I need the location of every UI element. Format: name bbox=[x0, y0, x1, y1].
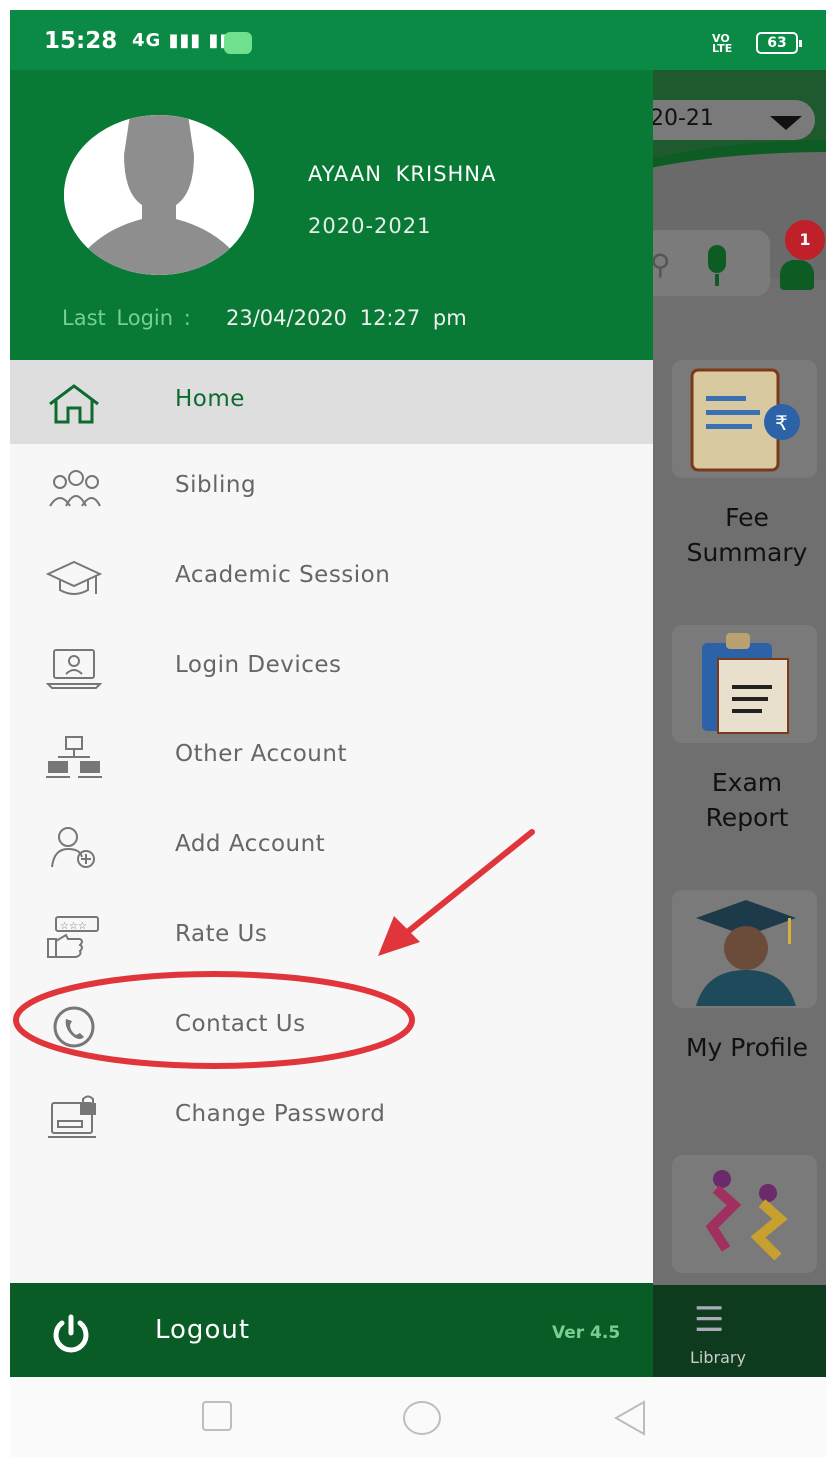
battery-level: 63 bbox=[767, 35, 787, 51]
status-bar: 15:28 4G ▮▮▮ ▮▮▮ VO LTE 63 bbox=[10, 10, 826, 70]
menu-item-sibling[interactable]: Sibling bbox=[10, 444, 653, 534]
menu-item-academic-session[interactable]: Academic Session bbox=[10, 534, 653, 624]
drawer-header: AYAAN KRISHNA 2020-2021 Last Login : 23/… bbox=[10, 70, 653, 360]
network-computers-icon bbox=[46, 736, 102, 779]
bell-icon bbox=[780, 260, 814, 290]
library-tab-label: Library bbox=[690, 1348, 746, 1367]
search-icon: ⚲ bbox=[650, 248, 671, 281]
graduation-cap-icon bbox=[46, 560, 102, 595]
menu-item-other-account[interactable]: Other Account bbox=[10, 713, 653, 803]
clipboard-report-icon bbox=[702, 633, 789, 734]
status-time: 15:28 bbox=[44, 28, 118, 54]
drawer-menu: Home Sibling Academic Session Login Devi… bbox=[10, 360, 653, 1162]
battery-icon: 63 bbox=[756, 32, 802, 54]
svg-text:₹: ₹ bbox=[775, 411, 788, 435]
exam-report-label-1: Exam bbox=[711, 768, 783, 797]
menu-item-rate-us[interactable]: ☆☆☆ Rate Us bbox=[10, 893, 653, 983]
menu-label-home: Home bbox=[175, 386, 245, 412]
menu-item-contact-us[interactable]: Contact Us bbox=[10, 983, 653, 1073]
fee-summary-label-2: Summary bbox=[686, 538, 808, 567]
my-profile-tile bbox=[672, 890, 817, 1008]
my-profile-label: My Profile bbox=[685, 1033, 809, 1062]
notification-badge: 1 bbox=[785, 220, 825, 260]
menu-label-contact-us: Contact Us bbox=[175, 1010, 306, 1037]
laptop-user-icon bbox=[46, 648, 102, 689]
chevron-down-icon bbox=[770, 116, 802, 130]
menu-label-academic-session: Academic Session bbox=[175, 561, 391, 588]
sports-tile bbox=[672, 1155, 817, 1273]
navigation-drawer: AYAAN KRISHNA 2020-2021 Last Login : 23/… bbox=[10, 70, 653, 1377]
home-nav-icon[interactable] bbox=[402, 1399, 442, 1437]
drawer-footer: Logout Ver 4.5 bbox=[10, 1283, 653, 1377]
thumbs-up-stars-icon: ☆☆☆ bbox=[47, 915, 99, 958]
fee-summary-tile: ₹ bbox=[672, 360, 817, 478]
phone-icon bbox=[53, 1006, 95, 1048]
fee-summary-label-1: Fee bbox=[725, 503, 769, 532]
home-icon bbox=[49, 384, 99, 424]
fee-document-icon: ₹ bbox=[690, 368, 800, 472]
phone-screen: 15:28 4G ▮▮▮ ▮▮▮ VO LTE 63 20-21 ⚲ 1 ₹ F… bbox=[10, 10, 826, 1457]
user-session: 2020-2021 bbox=[308, 214, 432, 238]
family-icon bbox=[49, 470, 101, 507]
menu-item-add-account[interactable]: Add Account bbox=[10, 803, 653, 893]
back-nav-icon[interactable] bbox=[612, 1399, 650, 1437]
app-version: Ver 4.5 bbox=[552, 1323, 621, 1343]
logout-button[interactable]: Logout bbox=[155, 1315, 250, 1345]
recent-apps-icon[interactable] bbox=[200, 1399, 234, 1433]
avatar[interactable] bbox=[64, 115, 254, 275]
exam-report-label-2: Report bbox=[705, 803, 789, 832]
network-type: 4G bbox=[132, 30, 162, 51]
menu-label-login-devices: Login Devices bbox=[175, 651, 342, 678]
sports-icon bbox=[705, 1170, 788, 1261]
menu-label-add-account: Add Account bbox=[175, 831, 326, 858]
session-selector-value: 20-21 bbox=[650, 106, 714, 131]
lock-computer-icon bbox=[48, 1095, 96, 1138]
library-icon: ☰ bbox=[694, 1300, 725, 1340]
last-login-value: 23/04/2020 12:27 pm bbox=[226, 306, 467, 330]
menu-label-rate-us: Rate Us bbox=[175, 920, 268, 947]
user-silhouette-icon bbox=[64, 115, 254, 275]
menu-label-sibling: Sibling bbox=[175, 472, 257, 498]
menu-label-change-password: Change Password bbox=[175, 1100, 386, 1127]
power-icon[interactable] bbox=[50, 1313, 92, 1355]
last-login-label: Last Login : bbox=[62, 306, 191, 330]
app-notification-icon bbox=[224, 32, 252, 54]
menu-item-change-password[interactable]: Change Password bbox=[10, 1073, 653, 1163]
menu-item-home[interactable]: Home bbox=[10, 360, 653, 444]
menu-label-other-account: Other Account bbox=[175, 741, 347, 768]
graduate-avatar-icon bbox=[696, 900, 796, 1006]
system-navigation-bar bbox=[10, 1377, 826, 1457]
volte-icon: VO LTE bbox=[712, 32, 733, 55]
svg-text:☆☆☆: ☆☆☆ bbox=[60, 921, 87, 932]
user-name: AYAAN KRISHNA bbox=[308, 162, 497, 186]
exam-report-tile bbox=[672, 625, 817, 743]
menu-item-login-devices[interactable]: Login Devices bbox=[10, 624, 653, 714]
add-user-icon bbox=[51, 827, 95, 869]
microphone-icon bbox=[708, 245, 726, 273]
